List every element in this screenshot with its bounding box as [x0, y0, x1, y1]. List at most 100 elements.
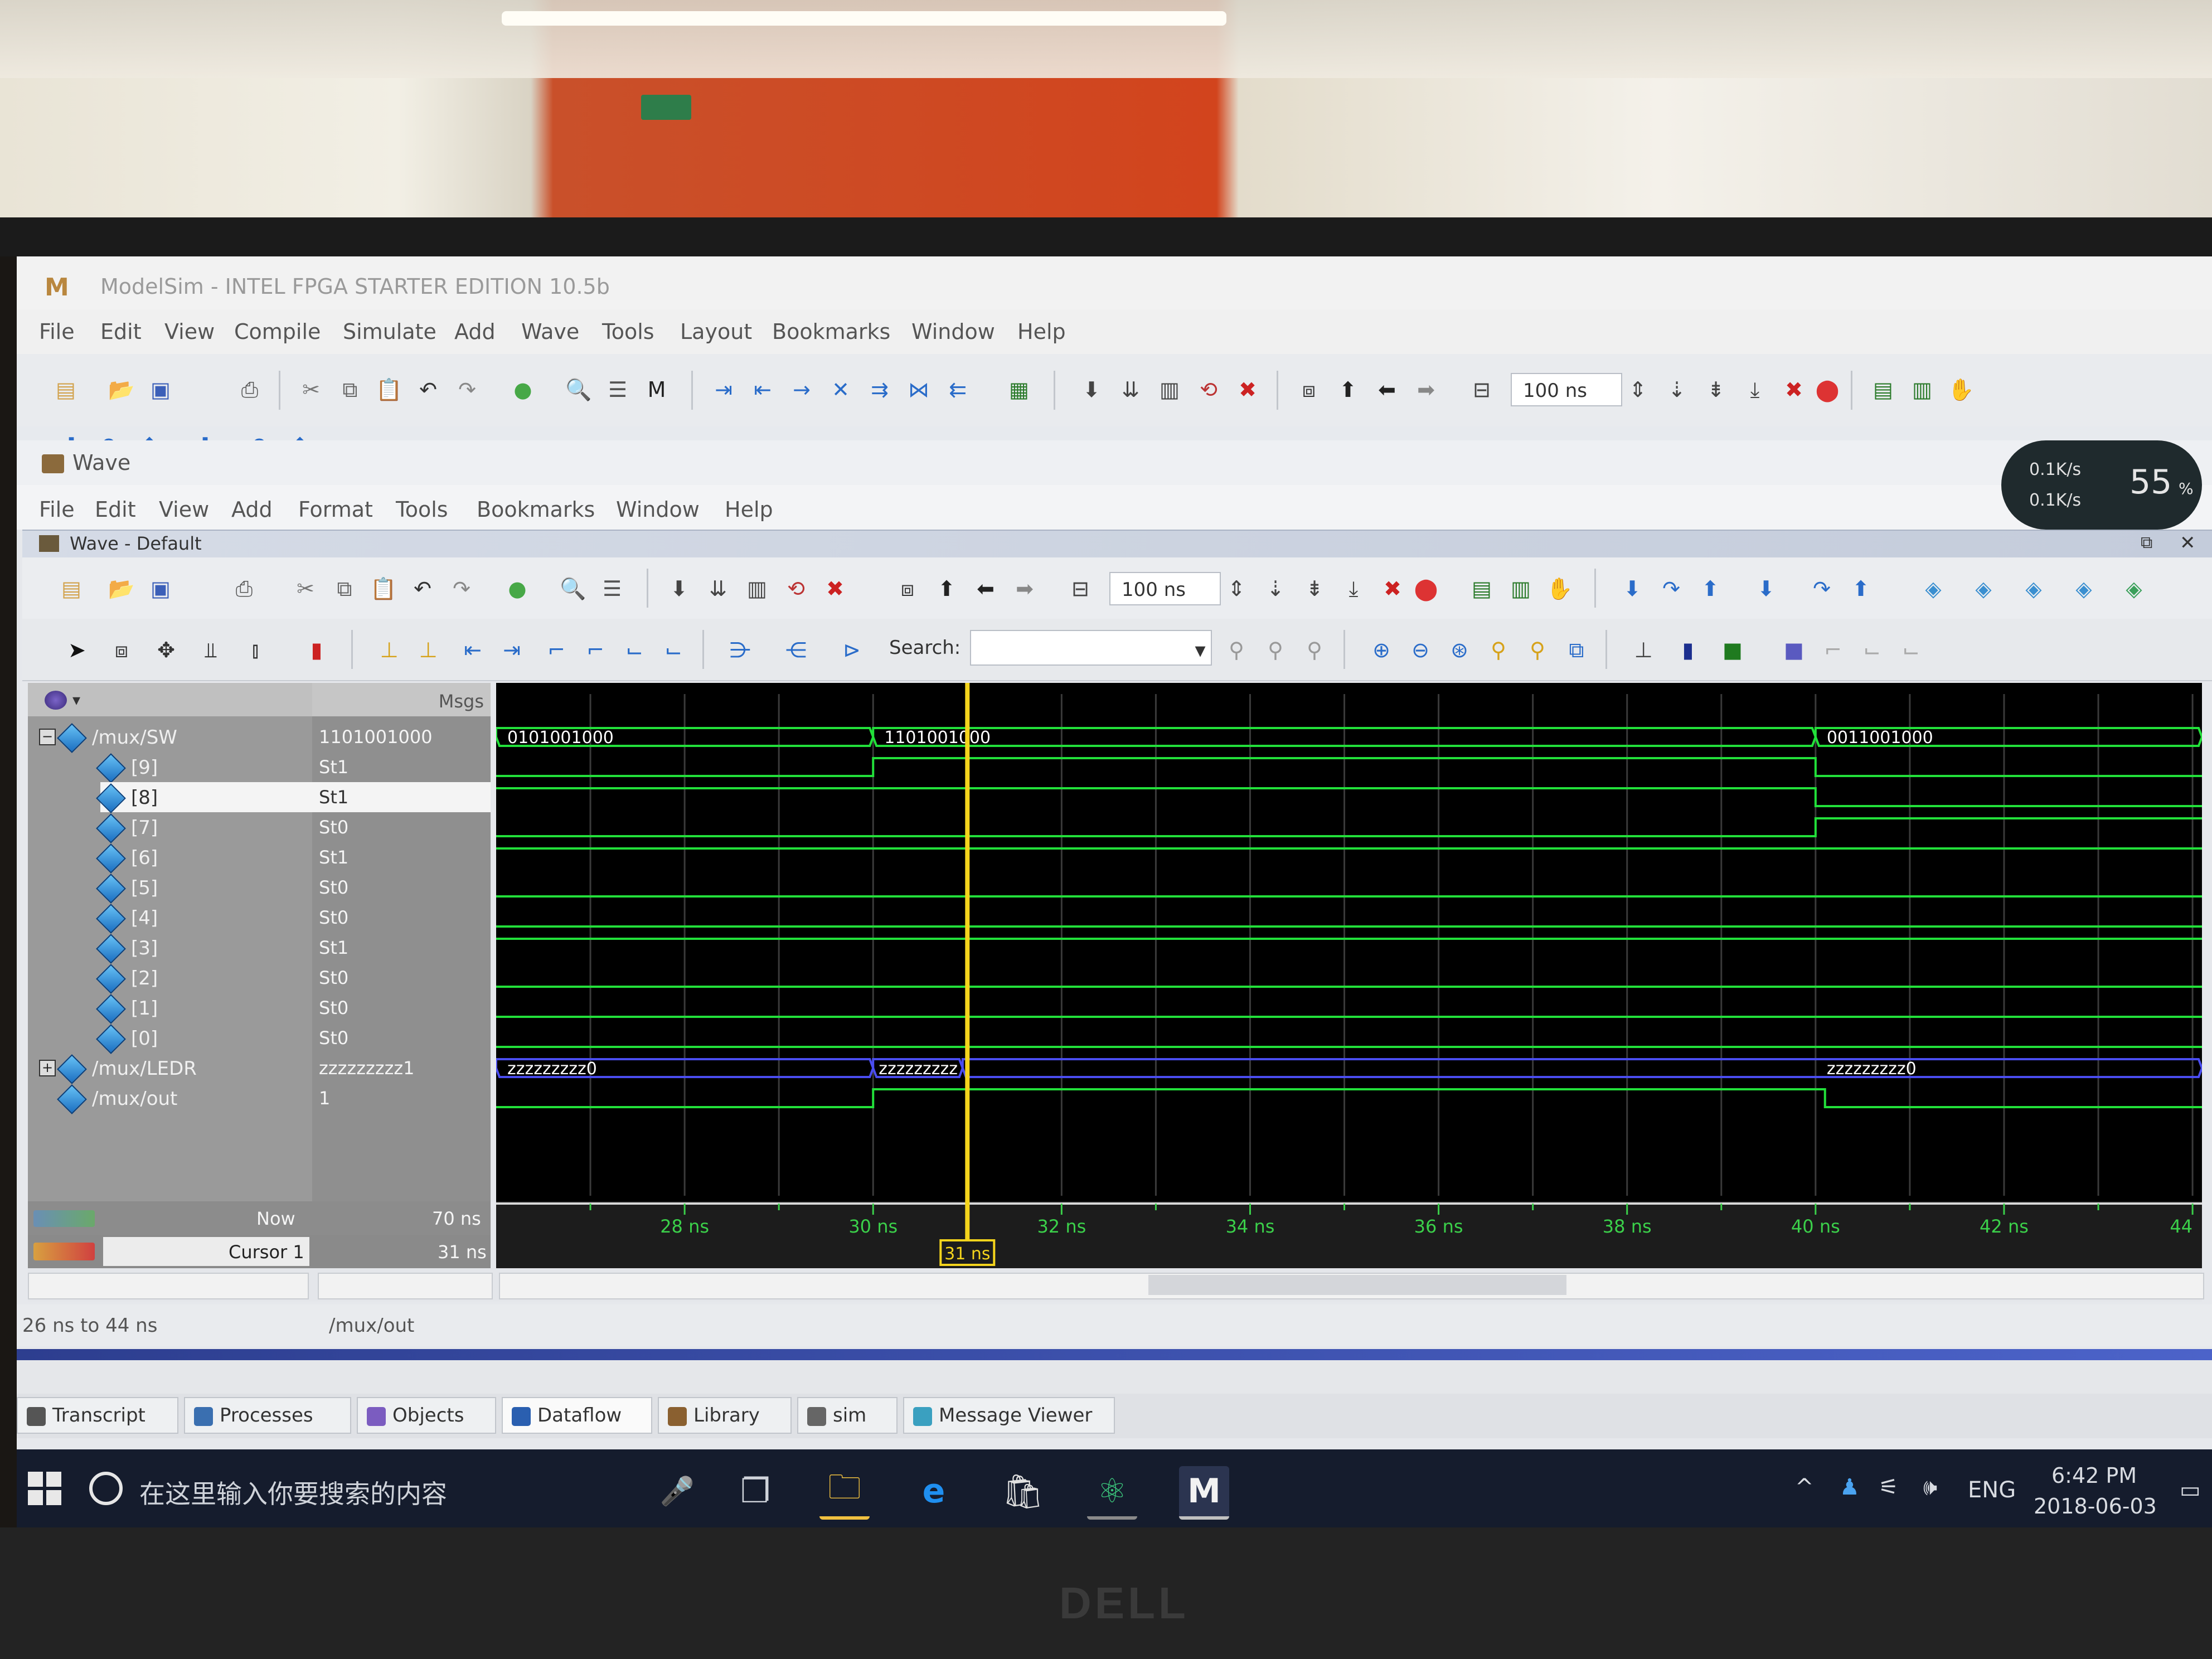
wave-compile-all-icon[interactable]: ⇊ [702, 573, 734, 604]
split-icon[interactable]: ⇇ [942, 374, 973, 405]
signal-name[interactable]: [6] [131, 847, 158, 869]
hand-icon[interactable]: ✋ [1946, 374, 1977, 405]
step-back-icon[interactable]: ⇤ [747, 374, 778, 405]
wave-style-6-icon[interactable]: ⌙ [1856, 634, 1888, 666]
wave-open-icon[interactable]: 📂 [106, 573, 137, 604]
open-folder-icon[interactable]: 📂 [106, 374, 137, 405]
wave-run-icon-2[interactable]: ⇣ [1260, 573, 1291, 604]
wave-continue-icon[interactable]: ⇟ [1299, 573, 1330, 604]
menu-view[interactable]: View [164, 319, 215, 344]
signal-name[interactable]: /mux/out [92, 1088, 177, 1110]
prev-falling-icon[interactable]: ⌐ [541, 634, 572, 666]
tab-sim[interactable]: sim [797, 1397, 898, 1434]
waveform-panel[interactable]: 0101001000 1101001000 0011001000 zzzzzzzzz0… [496, 683, 2202, 1201]
up-arrow-icon[interactable]: ⬆ [1332, 374, 1364, 405]
wave-step-out-icon[interactable]: ⬆ [1695, 573, 1726, 604]
cut-icon[interactable]: ✂ [295, 374, 327, 405]
wave-performance-icon[interactable]: ▤ [1466, 573, 1497, 604]
signal-name[interactable]: [8] [131, 787, 158, 809]
wave-stop-icon[interactable]: ⬤ [1410, 573, 1442, 604]
signal-group-icon[interactable] [45, 691, 67, 710]
menu-add[interactable]: Add [454, 319, 496, 344]
undo-icon[interactable]: ↶ [413, 374, 444, 405]
find-prev-icon[interactable]: ⚲ [1221, 634, 1252, 666]
wave-menu-bookmarks[interactable]: Bookmarks [477, 497, 595, 522]
edit-mode-icon[interactable]: ⫫ [195, 634, 226, 666]
break-sim-icon[interactable]: ✖ [1232, 374, 1263, 405]
signal-name[interactable]: /mux/SW [92, 726, 177, 749]
wave-layout-icon-5[interactable]: ◈ [2118, 573, 2150, 604]
copy-icon[interactable]: ⧉ [334, 374, 366, 405]
tab-transcript[interactable]: Transcript [17, 1397, 178, 1434]
run-icon[interactable]: ● [507, 374, 539, 405]
wave-layout-icon-4[interactable]: ◈ [2068, 573, 2099, 604]
pane-divider[interactable] [17, 1349, 2212, 1360]
paste-icon[interactable]: 📋 [373, 374, 405, 405]
wave-copy-icon[interactable]: ⧉ [329, 573, 360, 604]
store-icon[interactable]: 🛍 [998, 1466, 1048, 1516]
signal-name[interactable]: [1] [131, 997, 158, 1020]
wave-find-icon[interactable]: 🔍 [557, 573, 589, 604]
wave-style-5-icon[interactable]: ⌐ [1817, 634, 1849, 666]
wave-memory-icon[interactable]: ▥ [1505, 573, 1536, 604]
wave-break-icon[interactable]: ✖ [819, 573, 851, 604]
next-edge-icon[interactable]: ⇥ [496, 634, 527, 666]
edge-browser-icon[interactable]: e [909, 1466, 959, 1516]
network-icon[interactable]: ⚟ [1879, 1474, 1899, 1500]
step-into-icon[interactable]: ⇥ [708, 374, 739, 405]
expand-toggle-icon[interactable]: + [39, 1060, 56, 1076]
signal-name[interactable]: [3] [131, 937, 158, 959]
signal-name[interactable]: [2] [131, 967, 158, 989]
wave-break-icon-2[interactable]: ✖ [1377, 573, 1408, 604]
wave-step-over-icon[interactable]: ↷ [1656, 573, 1687, 604]
wave-restart-icon[interactable]: ⟲ [780, 573, 812, 604]
next-rising-icon[interactable]: ⌙ [658, 634, 689, 666]
menu-help[interactable]: Help [1017, 319, 1066, 344]
wave-style-3-icon[interactable]: ■ [1717, 634, 1748, 666]
wave-print-icon[interactable]: ⎙ [229, 573, 260, 604]
wave-scrollbar-thumb[interactable] [1148, 1275, 1566, 1295]
tab-message-viewer[interactable]: Message Viewer [903, 1397, 1115, 1434]
signal-name[interactable]: [7] [131, 817, 158, 839]
tab-objects[interactable]: Objects [357, 1397, 496, 1434]
wave-compile-icon[interactable]: ⬇ [663, 573, 695, 604]
tab-dataflow[interactable]: Dataflow [502, 1397, 652, 1434]
run-all-icon[interactable]: ⤓ [1739, 374, 1770, 405]
wave-menu-file[interactable]: File [39, 497, 75, 522]
tray-app-icon[interactable]: ♟ [1840, 1474, 1860, 1500]
wave-step-out-icon-2[interactable]: ⬆ [1845, 573, 1876, 604]
cursor-marker-label[interactable]: 31 ns [944, 1244, 990, 1264]
wave-right-arrow-icon[interactable]: ➡ [1009, 573, 1040, 604]
zoom-out-icon[interactable]: ⊖ [1405, 634, 1436, 666]
continue-run-icon[interactable]: ⇟ [1700, 374, 1731, 405]
language-indicator[interactable]: ENG [1968, 1477, 2016, 1503]
wave-run-length-input[interactable]: 100 ns [1109, 572, 1221, 605]
wave-style-4-icon[interactable]: ■ [1778, 634, 1810, 666]
wave-run-all-icon[interactable]: ⤓ [1338, 573, 1369, 604]
wave-simulate-icon[interactable]: ▥ [741, 573, 773, 604]
wave-menu-tools[interactable]: Tools [396, 497, 448, 522]
compile-icon[interactable]: ⬇ [1076, 374, 1107, 405]
names-scrollbar[interactable] [28, 1273, 309, 1299]
clock-date[interactable]: 2018-06-03 [2034, 1494, 2157, 1519]
wave-layout-icon-1[interactable]: ◈ [1918, 573, 1949, 604]
zoom-mode-icon[interactable]: ⧈ [106, 634, 137, 666]
delete-cursor-icon[interactable]: ⊥ [413, 634, 444, 666]
combine-icon[interactable]: ⊳ [836, 634, 867, 666]
wave-style-1-icon[interactable]: ⊥ [1628, 634, 1659, 666]
wave-paste-icon[interactable]: 📋 [368, 573, 399, 604]
compile-all-icon[interactable]: ⇊ [1115, 374, 1146, 405]
task-view-icon[interactable]: ❐ [730, 1466, 780, 1516]
find-icon[interactable]: 🔍 [563, 374, 594, 405]
wave-style-2-icon[interactable]: ▮ [1672, 634, 1704, 666]
menu-window[interactable]: Window [911, 319, 995, 344]
wave-run-length-icon[interactable]: ⊟ [1065, 573, 1096, 604]
memory-profile-icon[interactable]: ▥ [1907, 374, 1938, 405]
wave-cut-icon[interactable]: ✂ [290, 573, 321, 604]
wave-menu-help[interactable]: Help [725, 497, 773, 522]
stop-icon[interactable]: ⬤ [1812, 374, 1843, 405]
values-scrollbar[interactable] [318, 1273, 493, 1299]
notification-icon[interactable]: ▭ [2180, 1477, 2201, 1503]
menu-compile[interactable]: Compile [234, 319, 321, 344]
step-over-icon[interactable]: → [786, 374, 817, 405]
